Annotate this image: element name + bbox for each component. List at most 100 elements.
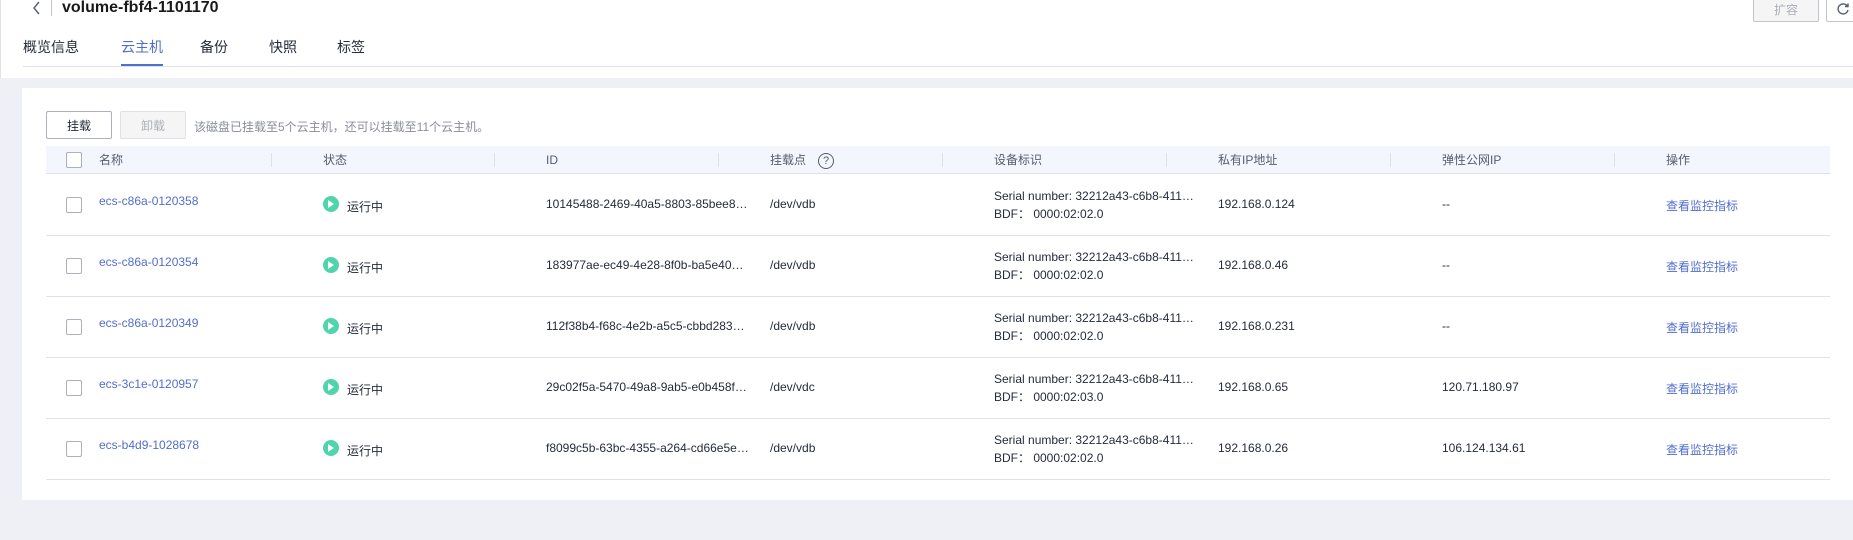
running-status-icon	[323, 379, 339, 395]
private-ip: 192.168.0.46	[1218, 258, 1289, 272]
mount-point: /dev/vdb	[770, 319, 816, 333]
row-checkbox[interactable]	[66, 197, 82, 213]
column-divider	[1166, 153, 1167, 167]
status-text: 运行中	[347, 383, 384, 397]
column-divider	[494, 153, 495, 167]
col-eip: 弹性公网IP	[1442, 153, 1502, 167]
mount-point: /dev/vdc	[770, 380, 815, 394]
private-ip: 192.168.0.65	[1218, 380, 1289, 394]
bdf: BDF： 0000:02:02.0	[994, 329, 1104, 343]
servers-panel: 挂载 卸载 该磁盘已挂载至5个云主机，还可以挂载至11个云主机。 名称 状态 I…	[22, 88, 1853, 500]
eip: --	[1442, 258, 1450, 272]
device-identifier: Serial number: 32212a43-c6b8-411… BDF： 0…	[994, 431, 1194, 467]
table-row: ecs-c86a-0120349 运行中 112f38b4-f68c-4e2b-…	[46, 297, 1830, 358]
column-divider	[1614, 153, 1615, 167]
tab-overview[interactable]: 概览信息	[23, 37, 79, 67]
view-metrics-link[interactable]: 查看监控指标	[1666, 319, 1738, 336]
view-metrics-link[interactable]: 查看监控指标	[1666, 258, 1738, 275]
serial-number: Serial number: 32212a43-c6b8-411…	[994, 189, 1194, 203]
table-row: ecs-3c1e-0120957 运行中 29c02f5a-5470-49a8-…	[46, 358, 1830, 419]
eip: --	[1442, 319, 1450, 333]
serial-number: Serial number: 32212a43-c6b8-411…	[994, 372, 1194, 386]
status-text: 运行中	[347, 200, 384, 214]
bdf: BDF： 0000:02:03.0	[994, 390, 1104, 404]
server-id: 112f38b4-f68c-4e2b-a5c5-cbbd283…	[546, 319, 745, 333]
device-identifier: Serial number: 32212a43-c6b8-411… BDF： 0…	[994, 187, 1194, 223]
back-arrow-icon[interactable]	[29, 0, 45, 16]
column-divider	[718, 153, 719, 167]
refresh-icon	[1837, 3, 1849, 15]
tab-tags[interactable]: 标签	[337, 37, 365, 67]
detach-button[interactable]: 卸载	[120, 111, 186, 139]
col-name: 名称	[99, 153, 124, 167]
server-name-link[interactable]: ecs-3c1e-0120957	[99, 377, 198, 391]
device-identifier: Serial number: 32212a43-c6b8-411… BDF： 0…	[994, 248, 1194, 284]
select-all-checkbox[interactable]	[66, 152, 82, 168]
status-text: 运行中	[347, 444, 384, 458]
private-ip: 192.168.0.124	[1218, 197, 1295, 211]
eip: --	[1442, 197, 1450, 211]
bdf: BDF： 0000:02:02.0	[994, 207, 1104, 221]
col-id: ID	[546, 153, 558, 167]
running-status-icon	[323, 196, 339, 212]
col-status: 状态	[323, 153, 348, 167]
device-identifier: Serial number: 32212a43-c6b8-411… BDF： 0…	[994, 309, 1194, 345]
view-metrics-link[interactable]: 查看监控指标	[1666, 380, 1738, 397]
eip: 106.124.134.61	[1442, 441, 1526, 455]
running-status-icon	[323, 257, 339, 273]
attach-hint: 该磁盘已挂载至5个云主机，还可以挂载至11个云主机。	[194, 120, 490, 134]
col-private-ip: 私有IP地址	[1218, 153, 1278, 167]
mount-point: /dev/vdb	[770, 197, 816, 211]
page-header: volume-fbf4-1101170 扩容 概览信息 云主机 备份 快照 标签	[0, 0, 1853, 78]
column-divider	[1390, 153, 1391, 167]
serial-number: Serial number: 32212a43-c6b8-411…	[994, 433, 1194, 447]
serial-number: Serial number: 32212a43-c6b8-411…	[994, 250, 1194, 264]
row-checkbox[interactable]	[66, 319, 82, 335]
table-row: ecs-b4d9-1028678 运行中 f8099c5b-63bc-4355-…	[46, 419, 1830, 480]
bdf: BDF： 0000:02:02.0	[994, 451, 1104, 465]
table-row: ecs-c86a-0120354 运行中 183977ae-ec49-4e28-…	[46, 236, 1830, 297]
refresh-button[interactable]	[1826, 0, 1853, 22]
running-status-icon	[323, 440, 339, 456]
running-status-icon	[323, 318, 339, 334]
serial-number: Serial number: 32212a43-c6b8-411…	[994, 311, 1194, 325]
view-metrics-link[interactable]: 查看监控指标	[1666, 441, 1738, 458]
private-ip: 192.168.0.231	[1218, 319, 1295, 333]
mount-point: /dev/vdb	[770, 258, 816, 272]
title-divider	[51, 0, 52, 16]
bdf: BDF： 0000:02:02.0	[994, 268, 1104, 282]
tab-snapshot[interactable]: 快照	[269, 37, 297, 67]
eip: 120.71.180.97	[1442, 380, 1519, 394]
device-identifier: Serial number: 32212a43-c6b8-411… BDF： 0…	[994, 370, 1194, 406]
tab-backup[interactable]: 备份	[200, 37, 228, 67]
view-metrics-link[interactable]: 查看监控指标	[1666, 197, 1738, 214]
server-name-link[interactable]: ecs-c86a-0120358	[99, 194, 198, 208]
row-checkbox[interactable]	[66, 441, 82, 457]
server-id: f8099c5b-63bc-4355-a264-cd66e5e…	[546, 441, 749, 455]
mount-point: /dev/vdb	[770, 441, 816, 455]
status-text: 运行中	[347, 261, 384, 275]
row-checkbox[interactable]	[66, 380, 82, 396]
column-divider	[942, 153, 943, 167]
table-header: 名称 状态 ID 挂载点? 设备标识 私有IP地址 弹性公网IP 操作	[46, 146, 1830, 174]
col-mountpoint-label: 挂载点	[770, 153, 807, 167]
table-row: ecs-c86a-0120358 运行中 10145488-2469-40a5-…	[46, 175, 1830, 236]
help-icon[interactable]: ?	[818, 152, 835, 169]
server-id: 29c02f5a-5470-49a8-9ab5-e0b458f…	[546, 380, 747, 394]
private-ip: 192.168.0.26	[1218, 441, 1289, 455]
server-name-link[interactable]: ecs-c86a-0120354	[99, 255, 198, 269]
tabs-divider	[23, 66, 1853, 67]
page-title: volume-fbf4-1101170	[62, 0, 219, 16]
tab-servers[interactable]: 云主机	[121, 37, 163, 67]
expand-button[interactable]: 扩容	[1753, 0, 1819, 22]
server-name-link[interactable]: ecs-c86a-0120349	[99, 316, 198, 330]
column-divider	[271, 153, 272, 167]
server-id: 10145488-2469-40a5-8803-85bee8…	[546, 197, 748, 211]
col-actions: 操作	[1666, 153, 1691, 167]
col-device-id: 设备标识	[994, 153, 1043, 167]
server-id: 183977ae-ec49-4e28-8f0b-ba5e40…	[546, 258, 744, 272]
row-checkbox[interactable]	[66, 258, 82, 274]
attach-button[interactable]: 挂载	[46, 111, 112, 139]
status-text: 运行中	[347, 322, 384, 336]
server-name-link[interactable]: ecs-b4d9-1028678	[99, 438, 199, 452]
